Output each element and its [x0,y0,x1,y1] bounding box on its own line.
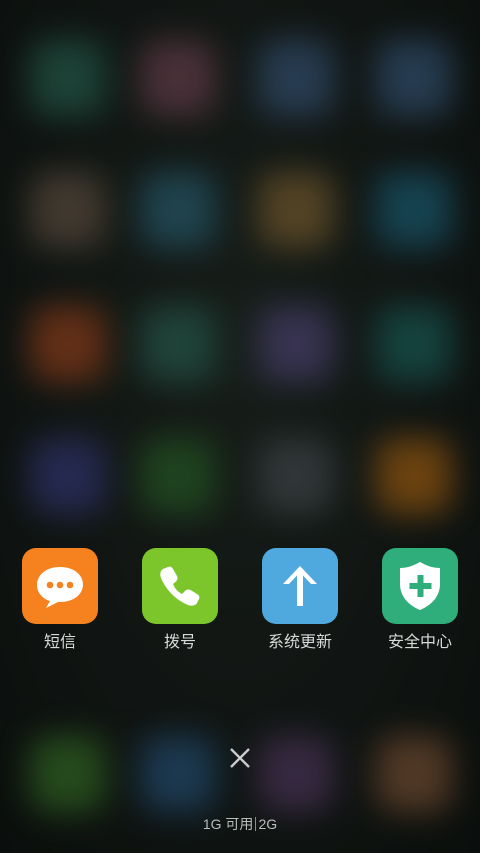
memory-available: 1G 可用 [202,816,254,832]
dim-overlay [0,0,480,853]
message-icon [22,548,98,624]
recent-app-label: 系统更新 [267,632,332,651]
recent-app-label: 安全中心 [387,632,452,651]
recent-app-label: 短信 [43,632,76,651]
clear-all-button[interactable] [226,744,254,772]
memory-divider [255,817,257,831]
arrow-up-icon [262,548,338,624]
shield-plus-icon [382,548,458,624]
recent-app-label: 拨号 [163,632,196,651]
close-icon [230,748,250,768]
recent-apps-row: 短信 拨号 系统更新 安全中心 [0,548,480,658]
recents-screen: 短信 拨号 系统更新 安全中心 1G 可用 2G [0,0,480,853]
recent-app-security-center[interactable]: 安全中心 [370,548,470,652]
recent-app-system-update[interactable]: 系统更新 [250,548,350,652]
phone-icon [142,548,218,624]
memory-total: 2G [258,816,278,832]
memory-status: 1G 可用 2G [0,814,480,834]
recent-app-dialer[interactable]: 拨号 [130,548,230,652]
recent-app-messages[interactable]: 短信 [10,548,110,652]
